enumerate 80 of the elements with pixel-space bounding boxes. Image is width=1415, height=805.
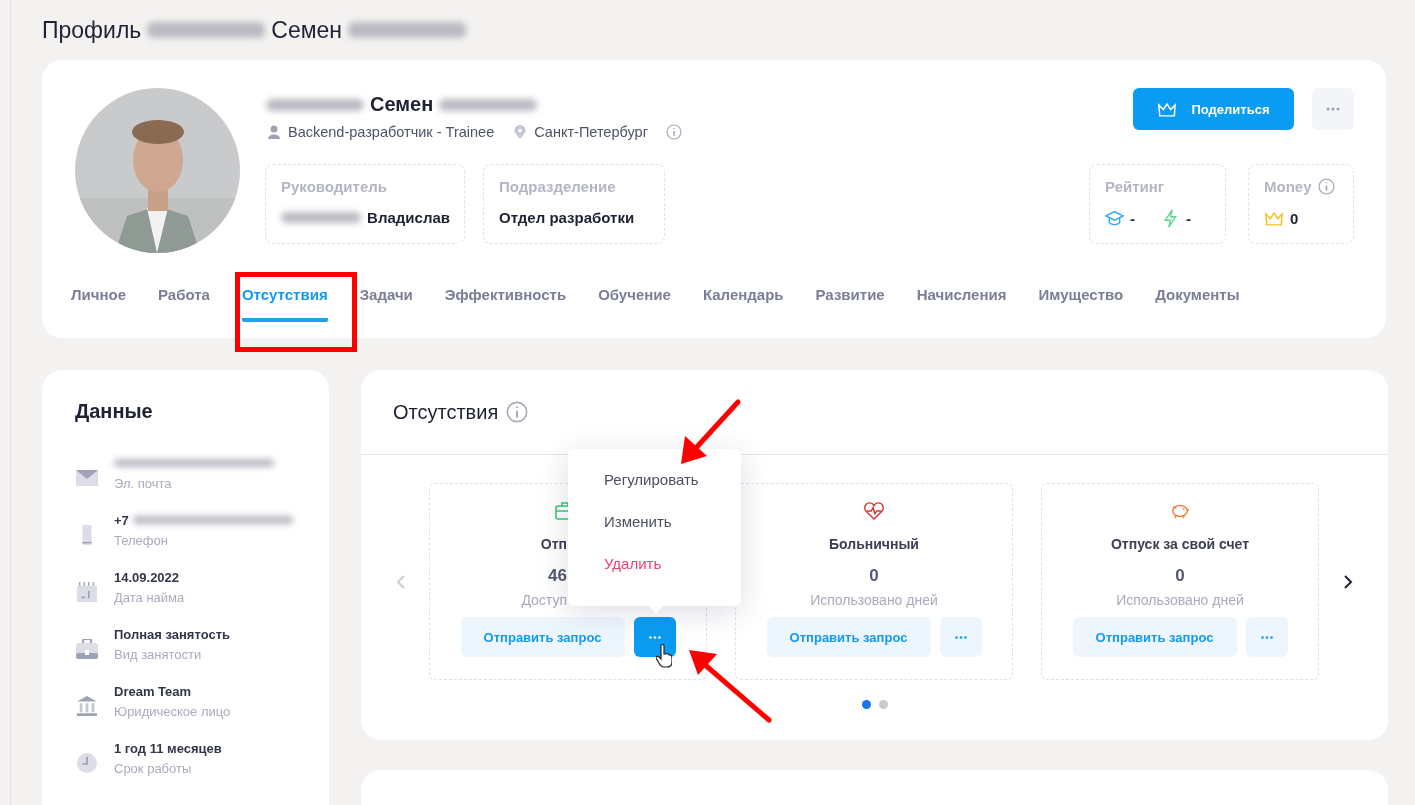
absence-title: Больничный [829, 536, 919, 552]
rating-value: - [1186, 210, 1191, 227]
heart-pulse-icon [864, 502, 884, 520]
info-icon [506, 401, 529, 423]
day-count: 0 [1175, 566, 1185, 586]
tab[interactable]: Документы [1155, 286, 1240, 322]
menu-item[interactable]: Регулировать [604, 471, 699, 488]
name-text: Семен [370, 93, 434, 116]
field-label: Вид занятости [114, 647, 203, 662]
bank-icon [76, 696, 98, 716]
name-text: Семен [271, 16, 342, 44]
page-dot[interactable] [878, 700, 888, 709]
field-label: Эл. почта [114, 476, 173, 491]
field-label: Срок работы [114, 761, 193, 776]
more-icon [954, 635, 967, 639]
tab[interactable]: Эффективность [444, 286, 567, 322]
hand-cursor-icon [655, 644, 672, 668]
name-text: Полная занятость [114, 626, 230, 642]
share-button[interactable]: Поделиться [1133, 88, 1294, 130]
count-caption: Использовано дней [1116, 592, 1244, 608]
envelope-icon [76, 468, 98, 488]
rating-value: - [1130, 210, 1135, 227]
box-label: Руководитель [281, 178, 388, 195]
info-icon [1317, 178, 1335, 195]
tab[interactable]: Календарь [702, 286, 784, 322]
tab[interactable]: Обучение [598, 286, 671, 322]
name-text: Владислав [367, 209, 450, 226]
name-text: 1 год 11 месяцев [114, 740, 222, 756]
field-label: Юридическое лицо [114, 704, 231, 719]
absence-title: Отпуск за свой счет [1110, 536, 1249, 552]
tab[interactable]: Задачи [359, 286, 413, 322]
chevron-right-icon [1343, 573, 1353, 590]
name-text: +7 [114, 512, 129, 528]
field-label: Дата найма [114, 590, 185, 605]
section-title: Отсутствия [393, 400, 499, 424]
piggy-bank-icon [1170, 502, 1190, 520]
chevron-left-icon [396, 573, 406, 590]
tab[interactable]: Отсутствия [241, 286, 328, 322]
lightning-icon [1161, 209, 1180, 228]
day-count: 0 [869, 566, 879, 586]
briefcase-icon [76, 639, 98, 659]
graduation-cap-icon [1105, 209, 1124, 228]
more-icon [648, 635, 661, 639]
crown-icon [1157, 100, 1178, 118]
tab[interactable]: Начисления [916, 286, 1007, 322]
absence-title: Отп [540, 536, 567, 552]
menu-item[interactable]: Изменить [604, 513, 672, 530]
name-text: Dream Team [114, 683, 192, 699]
tab[interactable]: Имущество [1038, 286, 1124, 322]
box-label: Money [1264, 178, 1312, 195]
page-dot[interactable] [861, 700, 871, 709]
tab[interactable]: Работа [158, 286, 210, 322]
count-caption: Использовано дней [810, 592, 938, 608]
send-request-button[interactable]: Отправить запрос [1072, 617, 1237, 657]
annotation-arrow [681, 399, 741, 464]
tab[interactable]: Личное [71, 286, 127, 322]
box-label: Рейтинг [1105, 178, 1166, 195]
count-caption: Доступ [521, 592, 567, 608]
calendar-icon [76, 582, 98, 602]
more-icon [1260, 635, 1273, 639]
location-pin-icon [514, 125, 527, 139]
send-request-button[interactable]: Отправить запрос [766, 617, 931, 657]
field-label: Телефон [114, 533, 169, 548]
job-title: Backend-разработчик - Trainee [288, 124, 495, 140]
box-label: Подразделение [499, 178, 617, 195]
money-value: 0 [1290, 210, 1299, 227]
menu-item[interactable]: Удалить [604, 555, 662, 572]
tab[interactable]: Развитие [815, 286, 885, 322]
name-text: Профиль [42, 16, 142, 44]
section-title: Данные [75, 400, 154, 423]
clock-icon [76, 753, 98, 773]
person-icon [268, 125, 280, 139]
info-icon [665, 124, 682, 140]
send-request-button[interactable]: Отправить запрос [460, 617, 625, 657]
name-text: 14.09.2022 [114, 569, 180, 585]
day-count: 46 [548, 566, 567, 586]
crown-icon [1264, 209, 1284, 228]
more-icon [1326, 107, 1340, 111]
name-text: Отдел разработки [499, 209, 635, 226]
city-text: Санкт-Петербург [534, 124, 648, 140]
